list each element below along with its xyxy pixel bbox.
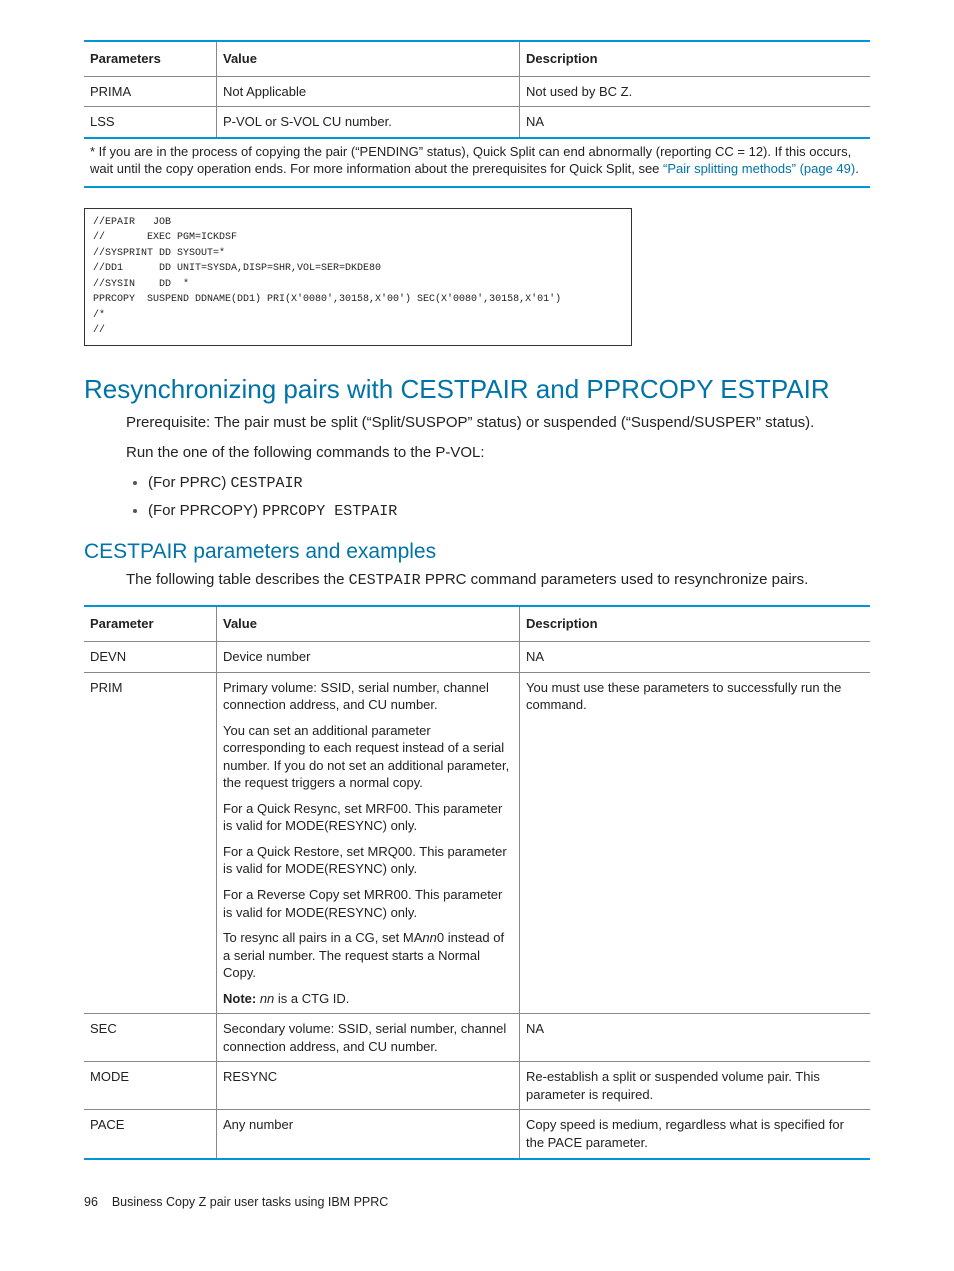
section-heading-resync: Resynchronizing pairs with CESTPAIR and … xyxy=(84,372,870,407)
page-number: 96 xyxy=(84,1195,98,1209)
txt: To resync all pairs in a CG, set MA xyxy=(223,930,422,945)
th-description: Description xyxy=(520,606,871,641)
th-value: Value xyxy=(217,606,520,641)
table-row: MODE RESYNC Re-establish a split or susp… xyxy=(84,1062,870,1110)
cell: DEVN xyxy=(84,641,217,672)
txt-ital: nn xyxy=(422,930,436,945)
cell: You must use these parameters to success… xyxy=(520,672,871,1014)
list-item: (For PPRCOPY) PPRCOPY ESTPAIR xyxy=(148,501,870,522)
table-row: LSS P-VOL or S-VOL CU number. NA xyxy=(84,107,870,138)
table-row: PACE Any number Copy speed is medium, re… xyxy=(84,1110,870,1159)
prereq-text: Prerequisite: The pair must be split (“S… xyxy=(126,413,870,433)
cell: NA xyxy=(520,641,871,672)
value-p: To resync all pairs in a CG, set MAnn0 i… xyxy=(223,929,513,982)
txt-ital: nn xyxy=(256,991,274,1006)
command-list: (For PPRC) CESTPAIR (For PPRCOPY) PPRCOP… xyxy=(148,473,870,522)
cell: NA xyxy=(520,107,871,138)
intro-code: CESTPAIR xyxy=(349,572,421,589)
page-footer: 96 Business Copy Z pair user tasks using… xyxy=(84,1194,870,1211)
cell: Primary volume: SSID, serial number, cha… xyxy=(217,672,520,1014)
value-p: Note: nn is a CTG ID. xyxy=(223,990,513,1008)
footnote-post: . xyxy=(855,161,859,176)
bullet-label: (For PPRC) xyxy=(148,474,231,491)
note-label: Note: xyxy=(223,991,256,1006)
cell: Not Applicable xyxy=(217,76,520,107)
intro-a: The following table describes the xyxy=(126,571,349,588)
cell: Secondary volume: SSID, serial number, c… xyxy=(217,1014,520,1062)
cell: PRIM xyxy=(84,672,217,1014)
cell: Not used by BC Z. xyxy=(520,76,871,107)
cell: PRIMA xyxy=(84,76,217,107)
cell: MODE xyxy=(84,1062,217,1110)
intro-text: The following table describes the CESTPA… xyxy=(126,570,870,591)
th-value: Value xyxy=(217,41,520,76)
cell: Re-establish a split or suspended volume… xyxy=(520,1062,871,1110)
value-p: For a Quick Restore, set MRQ00. This par… xyxy=(223,843,513,878)
value-p: Primary volume: SSID, serial number, cha… xyxy=(223,679,513,714)
cell: Copy speed is medium, regardless what is… xyxy=(520,1110,871,1159)
txt: is a CTG ID. xyxy=(274,991,349,1006)
footnote-link[interactable]: “Pair splitting methods” (page 49) xyxy=(663,161,855,176)
run-text: Run the one of the following commands to… xyxy=(126,443,870,463)
cestpair-parameters-table: Parameter Value Description DEVN Device … xyxy=(84,605,870,1159)
table-row: PRIMA Not Applicable Not used by BC Z. xyxy=(84,76,870,107)
cell: PACE xyxy=(84,1110,217,1159)
cell: LSS xyxy=(84,107,217,138)
parameters-table-1: Parameters Value Description PRIMA Not A… xyxy=(84,40,870,139)
table-row: DEVN Device number NA xyxy=(84,641,870,672)
value-p: For a Reverse Copy set MRR00. This param… xyxy=(223,886,513,921)
subsection-heading-cestpair: CESTPAIR parameters and examples xyxy=(84,538,870,566)
cell: RESYNC xyxy=(217,1062,520,1110)
bullet-code: PPRCOPY ESTPAIR xyxy=(262,503,397,520)
table-footnote: * If you are in the process of copying t… xyxy=(84,139,870,188)
table-row: PRIM Primary volume: SSID, serial number… xyxy=(84,672,870,1014)
th-description: Description xyxy=(520,41,871,76)
cell: SEC xyxy=(84,1014,217,1062)
cell: Any number xyxy=(217,1110,520,1159)
cell: Device number xyxy=(217,641,520,672)
intro-c: PPRC command parameters used to resynchr… xyxy=(421,571,809,588)
bullet-label: (For PPRCOPY) xyxy=(148,502,262,519)
code-block: //EPAIR JOB // EXEC PGM=ICKDSF //SYSPRIN… xyxy=(84,208,632,346)
footer-title: Business Copy Z pair user tasks using IB… xyxy=(112,1195,389,1209)
table-row: SEC Secondary volume: SSID, serial numbe… xyxy=(84,1014,870,1062)
th-parameter: Parameter xyxy=(84,606,217,641)
value-p: You can set an additional parameter corr… xyxy=(223,722,513,792)
list-item: (For PPRC) CESTPAIR xyxy=(148,473,870,494)
th-parameters: Parameters xyxy=(84,41,217,76)
cell: P-VOL or S-VOL CU number. xyxy=(217,107,520,138)
cell: NA xyxy=(520,1014,871,1062)
value-p: For a Quick Resync, set MRF00. This para… xyxy=(223,800,513,835)
bullet-code: CESTPAIR xyxy=(231,475,303,492)
